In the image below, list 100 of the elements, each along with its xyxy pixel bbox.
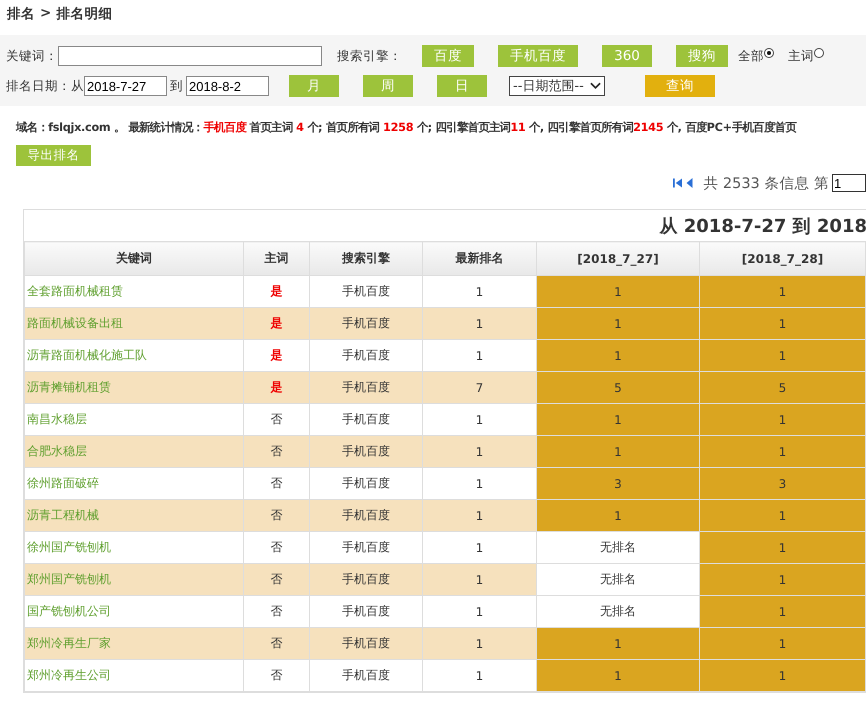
keyword-cell: 沥青路面机械化施工队 [24,340,244,372]
radio-button[interactable] [764,48,774,58]
engine-cell: 手机百度 [310,372,422,404]
main-word-cell: 是 [244,340,310,372]
latest-rank-cell: 1 [422,468,536,500]
main-word-cell: 否 [244,660,310,692]
latest-rank-cell: 1 [422,500,536,532]
engine-cell: 手机百度 [310,660,422,692]
stats-summary: 域名：fslqjx.com 。 最新统计情况：手机百度 首页主词 4 个; 首页所有词 1258 个; 四引擎首页主词11 个, 四引擎首页所有词2145 个, 百度PC+手机百度首页 [16,120,798,135]
engine-button[interactable]: 百度 [422,45,474,67]
latest-rank-cell: 1 [422,660,536,692]
keyword-cell: 郑州冷再生公司 [24,660,244,692]
engine-cell: 手机百度 [310,404,422,436]
rank-cell: 1 [700,532,866,564]
period-button[interactable]: 周 [363,75,413,97]
main-word-cell: 否 [244,436,310,468]
breadcrumb-current: 排名明细 [56,5,112,21]
engine-cell: 手机百度 [310,532,422,564]
engine-cell: 手机百度 [310,308,422,340]
date-to-label: 到 [170,78,183,94]
main-word-cell: 否 [244,404,310,436]
latest-rank-cell: 1 [422,308,536,340]
query-button[interactable]: 查询 [644,75,715,97]
latest-rank-cell: 1 [422,564,536,596]
rank-cell: 无排名 [536,596,700,628]
rank-cell: 1 [536,436,700,468]
main-word-cell: 否 [244,500,310,532]
keyword-cell: 合肥水稳层 [24,436,244,468]
date-range-select[interactable]: --日期范围-- [509,76,605,96]
table-title: 从 2018-7-27 到 2018 [658,215,866,239]
rank-cell: 3 [536,468,700,500]
main-word-cell: 是 [244,308,310,340]
engine-button[interactable]: 手机百度 [498,45,578,67]
rank-cell: 1 [700,276,866,308]
rank-cell: 1 [700,404,866,436]
latest-rank-cell: 1 [422,628,536,660]
rank-cell: 1 [536,500,700,532]
radio-button[interactable] [814,48,824,58]
rank-cell: 3 [700,468,866,500]
engine-button[interactable]: 360 [602,45,652,67]
engine-cell: 手机百度 [310,628,422,660]
column-header: 最新排名 [422,242,536,276]
keyword-cell: 国产铣刨机公司 [24,596,244,628]
rank-cell: 1 [700,564,866,596]
breadcrumb-separator: > [40,5,52,21]
column-header: 主词 [244,242,310,276]
keyword-input[interactable] [58,46,322,66]
latest-rank-cell: 1 [422,532,536,564]
radio-label: 主词 [788,48,814,64]
breadcrumb-link[interactable]: 排名 [7,5,35,21]
column-header: [2018_7_27] [536,242,700,276]
main-word-cell: 是 [244,372,310,404]
rank-cell: 5 [536,372,700,404]
first-page-icon[interactable] [673,177,682,189]
main-word-cell: 否 [244,564,310,596]
engine-cell: 手机百度 [310,564,422,596]
keyword-cell: 郑州冷再生厂家 [24,628,244,660]
engine-cell: 手机百度 [310,340,422,372]
previous-page-icon[interactable] [685,177,694,189]
keyword-cell: 徐州国产铣刨机 [24,532,244,564]
column-header: 搜索引擎 [310,242,422,276]
rank-cell: 1 [536,276,700,308]
date-to-input[interactable]: 2018-8-2 [186,76,269,96]
engine-cell: 手机百度 [310,276,422,308]
engine-cell: 手机百度 [310,500,422,532]
pager-summary: 共 2533 条信息 第 [703,174,829,192]
keyword-cell: 全套路面机械租赁 [24,276,244,308]
date-from-input[interactable]: 2018-7-27 [84,76,167,96]
export-button[interactable]: 导出排名 [16,145,91,166]
engine-label: 搜索引擎： [337,48,402,64]
keyword-cell: 南昌水稳层 [24,404,244,436]
main-word-cell: 否 [244,532,310,564]
chevron-icon [590,82,601,90]
column-header: [2018_7_28] [700,242,866,276]
rank-cell: 无排名 [536,532,700,564]
radio-label: 全部 [738,48,764,64]
latest-rank-cell: 1 [422,340,536,372]
page-input[interactable]: 1 [832,174,866,192]
keyword-cell: 路面机械设备出租 [24,308,244,340]
rank-cell: 1 [536,308,700,340]
latest-rank-cell: 1 [422,404,536,436]
engine-button[interactable]: 搜狗 [676,45,728,67]
period-button[interactable]: 日 [437,75,487,97]
main-word-cell: 否 [244,468,310,500]
column-header: 关键词 [24,242,244,276]
latest-rank-cell: 7 [422,372,536,404]
date-label: 排名日期：从 [6,78,84,94]
main-word-cell: 否 [244,596,310,628]
main-word-cell: 是 [244,276,310,308]
latest-rank-cell: 1 [422,436,536,468]
keyword-cell: 沥青摊铺机租赁 [24,372,244,404]
latest-rank-cell: 1 [422,596,536,628]
rank-cell: 1 [700,308,866,340]
rank-cell: 无排名 [536,564,700,596]
engine-cell: 手机百度 [310,468,422,500]
engine-cell: 手机百度 [310,596,422,628]
rank-cell: 1 [536,340,700,372]
period-button[interactable]: 月 [289,75,339,97]
rank-cell: 1 [700,340,866,372]
rank-cell: 5 [700,372,866,404]
